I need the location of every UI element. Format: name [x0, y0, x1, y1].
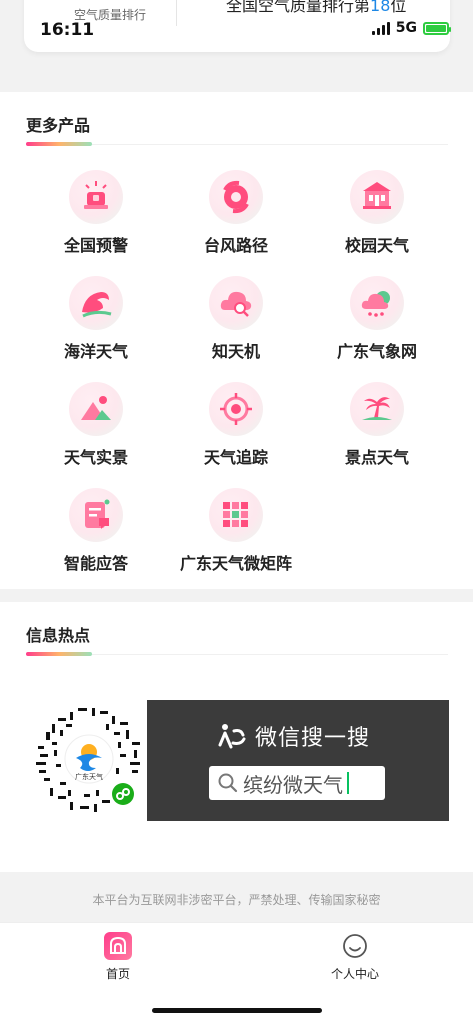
typhoon-icon	[209, 170, 263, 224]
wechat-search-icon	[218, 724, 246, 749]
cloud-search-icon	[209, 276, 263, 330]
signal-icon	[371, 21, 390, 35]
home-icon	[103, 931, 133, 961]
product-label: 智能应答	[63, 554, 128, 573]
divider	[176, 0, 177, 26]
section-title: 信息热点	[26, 626, 91, 645]
rank-number: 18	[370, 0, 391, 15]
product-item-zhi-tian-ji[interactable]: 知天机	[166, 276, 306, 362]
network-type: 5G	[395, 20, 417, 36]
tab-profile-label: 个人中心	[330, 967, 379, 981]
rank-suffix: 位	[390, 0, 407, 15]
product-item-weather-tracking[interactable]: 天气追踪	[166, 382, 306, 468]
tab-home[interactable]: 首页	[58, 931, 178, 982]
section-title: 更多产品	[26, 116, 91, 135]
tab-home-label: 首页	[105, 967, 130, 981]
wechat-search-label: 微信搜一搜	[255, 726, 371, 751]
product-label: 天气实景	[63, 448, 128, 467]
text-cursor	[347, 772, 349, 794]
wechat-search-box[interactable]: 缤纷微天气	[209, 766, 385, 800]
section-underline	[26, 652, 92, 656]
battery-icon	[423, 21, 451, 35]
more-products-section: 更多产品 全国预警 台风路径 校园天气 海洋天气 知天机 广东气象网 天气实景 …	[0, 92, 473, 589]
target-crosshair-icon	[209, 382, 263, 436]
mountain-sun-icon	[69, 382, 123, 436]
product-label: 天气追踪	[203, 448, 268, 467]
product-item-scenic-weather[interactable]: 景点天气	[307, 382, 447, 468]
wechat-search-banner[interactable]: 微信搜一搜 缤纷微天气	[147, 700, 449, 821]
status-time: 16:11	[40, 20, 95, 40]
product-item-smart-answer[interactable]: 智能应答	[26, 488, 166, 574]
air-quality-rank: 全国空气质量排行第18位	[226, 0, 406, 16]
smiley-user-icon	[340, 931, 370, 961]
palm-island-icon	[350, 382, 404, 436]
qr-caption: 广东天气	[75, 772, 103, 781]
rank-prefix: 全国空气质量排行第	[226, 0, 371, 15]
section-underline	[26, 142, 92, 146]
top-area: 空气质量排行 全国空气质量排行第18位	[0, 0, 473, 80]
home-indicator	[152, 1008, 322, 1013]
product-item-typhoon-path[interactable]: 台风路径	[166, 170, 306, 256]
status-indicators: 5G	[371, 20, 451, 36]
search-term: 缤纷微天气	[243, 772, 343, 797]
product-item-live-weather[interactable]: 天气实景	[26, 382, 166, 468]
search-icon	[218, 773, 238, 793]
wechat-search-row: 微信搜一搜	[217, 720, 370, 752]
school-building-icon	[350, 170, 404, 224]
product-label: 校园天气	[344, 236, 409, 255]
product-item-ocean-weather[interactable]: 海洋天气	[26, 276, 166, 362]
product-label: 全国预警	[63, 236, 128, 255]
grid-matrix-icon	[209, 488, 263, 542]
product-item-guangdong-meteorology[interactable]: 广东气象网	[307, 276, 447, 362]
chat-document-icon	[69, 488, 123, 542]
tab-profile[interactable]: 个人中心	[295, 931, 415, 982]
cloud-rain-icon	[350, 276, 404, 330]
product-label: 景点天气	[344, 448, 409, 467]
mini-program-qr-code[interactable]: 广东天气	[30, 702, 148, 820]
info-hotspot-section: 信息热点 广东天气 微信搜一搜 缤纷微天气	[0, 602, 473, 872]
section-divider	[92, 654, 448, 655]
product-item-campus-weather[interactable]: 校园天气	[307, 170, 447, 256]
product-item-guangdong-weather-matrix[interactable]: 广东天气微矩阵	[166, 488, 306, 574]
section-divider	[92, 144, 448, 145]
alarm-light-icon	[69, 170, 123, 224]
product-label: 海洋天气	[63, 342, 128, 361]
product-label: 广东气象网	[336, 342, 417, 361]
product-label: 知天机	[211, 342, 260, 361]
product-item-national-warning[interactable]: 全国预警	[26, 170, 166, 256]
footer-note: 本平台为互联网非涉密平台，严禁处理、传输国家秘密	[0, 872, 473, 922]
product-label: 台风路径	[203, 236, 268, 255]
product-label: 广东天气微矩阵	[179, 554, 292, 573]
ocean-wave-icon	[69, 276, 123, 330]
